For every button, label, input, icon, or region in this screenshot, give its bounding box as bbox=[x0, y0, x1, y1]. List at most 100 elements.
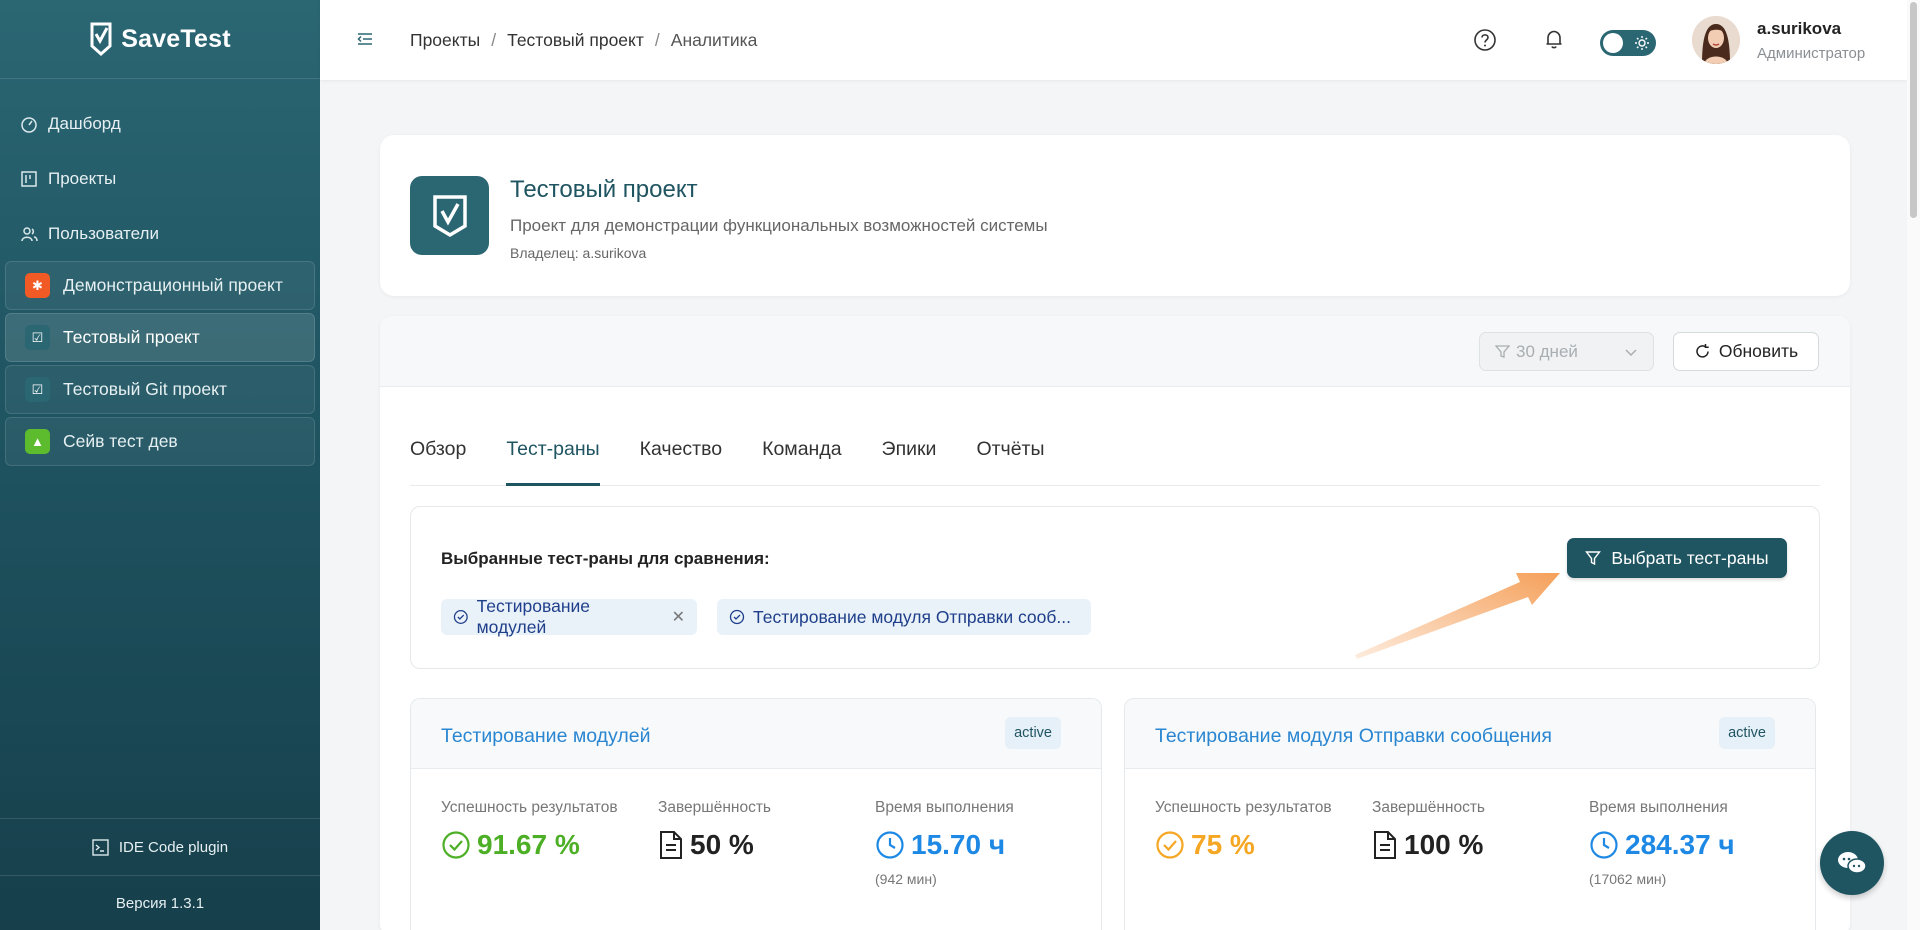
checklist-icon: ☑ bbox=[25, 325, 50, 350]
bug-icon: ✱ bbox=[25, 273, 50, 298]
nav-item-dashboard[interactable]: Дашборд bbox=[0, 96, 320, 151]
breadcrumb-projects[interactable]: Проекты bbox=[410, 30, 480, 51]
user-role: Администратор bbox=[1757, 45, 1866, 62]
testrun-title[interactable]: Тестирование модуля Отправки сообщения bbox=[1155, 725, 1552, 748]
sidebar: SaveTest Дашборд Проекты Пользователи ✱ … bbox=[0, 0, 320, 930]
project-label: Тестовый Git проект bbox=[63, 379, 228, 399]
check-circle-icon bbox=[729, 609, 745, 625]
clock-icon bbox=[876, 831, 904, 859]
project-logo bbox=[410, 176, 489, 255]
selected-testrun-chip[interactable]: Тестирование модулей ✕ bbox=[441, 596, 697, 637]
checklist-icon: ☑ bbox=[25, 377, 50, 402]
metric-label: Успешность результатов bbox=[1155, 799, 1332, 816]
avatar[interactable] bbox=[1692, 16, 1740, 64]
tab-overview[interactable]: Обзор bbox=[410, 436, 466, 486]
metric-label: Завершённость bbox=[658, 799, 772, 816]
avatar-image bbox=[1692, 16, 1740, 64]
project-label: Тестовый проект bbox=[63, 327, 200, 347]
status-badge: active bbox=[1719, 717, 1775, 749]
app-logo[interactable]: SaveTest bbox=[0, 0, 320, 79]
bell-icon[interactable] bbox=[1543, 28, 1565, 50]
period-select[interactable]: 30 дней bbox=[1479, 332, 1654, 371]
status-badge: active bbox=[1005, 717, 1061, 749]
savetest-logo-icon bbox=[90, 22, 112, 56]
app-name: SaveTest bbox=[121, 24, 231, 53]
breadcrumb-project[interactable]: Тестовый проект bbox=[507, 30, 644, 51]
user-name[interactable]: a.surikova bbox=[1757, 19, 1841, 39]
refresh-button[interactable]: Обновить bbox=[1673, 332, 1819, 371]
project-label: Демонстрационный проект bbox=[63, 275, 283, 295]
sidebar-project-git[interactable]: ☑ Тестовый Git проект bbox=[5, 365, 315, 414]
testrun-card-header: Тестирование модуля Отправки сообщения a… bbox=[1125, 699, 1815, 769]
metric-value: 91.67 % bbox=[441, 829, 618, 861]
metric-value: 50 % bbox=[658, 829, 771, 861]
selected-testrun-chip[interactable]: Тестирование модуля Отправки сооб... bbox=[717, 599, 1091, 635]
breadcrumb-current: Аналитика bbox=[670, 30, 758, 50]
chat-button[interactable] bbox=[1820, 831, 1884, 895]
nav-item-projects[interactable]: Проекты bbox=[0, 151, 320, 206]
toggle-knob bbox=[1603, 33, 1623, 53]
metric-success: Успешность результатов 75 % bbox=[1155, 799, 1332, 861]
metric-duration: Время выполнения 284.37 ч (17062 мин) bbox=[1589, 799, 1735, 887]
page-scrollbar[interactable] bbox=[1907, 0, 1920, 930]
tab-team[interactable]: Команда bbox=[762, 436, 841, 486]
testrun-card-header: Тестирование модулей active bbox=[411, 699, 1101, 769]
check-circle-icon bbox=[1156, 831, 1184, 859]
project-description: Проект для демонстрации функциональных в… bbox=[510, 216, 1048, 235]
duration-minutes: (17062 мин) bbox=[1589, 871, 1667, 887]
testrun-card: Тестирование модуля Отправки сообщения a… bbox=[1124, 698, 1816, 930]
chip-label: Тестирование модуля Отправки сооб... bbox=[753, 606, 1071, 627]
breadcrumb-separator: / bbox=[491, 30, 497, 50]
metric-label: Время выполнения bbox=[1589, 799, 1728, 816]
remove-chip-icon[interactable]: ✕ bbox=[672, 607, 685, 627]
scrollbar-thumb[interactable] bbox=[1910, 2, 1917, 218]
dashboard-icon bbox=[21, 116, 37, 133]
completion-value: 50 % bbox=[690, 829, 754, 860]
help-icon[interactable] bbox=[1473, 28, 1497, 52]
breadcrumb-separator: / bbox=[654, 30, 660, 50]
menu-collapse-icon[interactable] bbox=[357, 31, 373, 47]
project-label: Сейв тест дев bbox=[63, 431, 178, 451]
clock-icon bbox=[1590, 831, 1618, 859]
metric-label: Время выполнения bbox=[875, 799, 1014, 816]
period-value: 30 дней bbox=[1516, 341, 1578, 361]
metric-completion: Завершённость 50 % bbox=[658, 799, 771, 861]
metric-value: 100 % bbox=[1372, 829, 1485, 861]
duration-value: 284.37 ч bbox=[1625, 829, 1735, 860]
refresh-icon bbox=[1696, 344, 1709, 358]
metric-duration: Время выполнения 15.70 ч (942 мин) bbox=[875, 799, 1014, 887]
project-list: ✱ Демонстрационный проект ☑ Тестовый про… bbox=[0, 261, 320, 466]
duration-minutes: (942 мин) bbox=[875, 871, 937, 887]
sidebar-footer: IDE Code plugin Версия 1.3.1 bbox=[0, 818, 320, 930]
chip-label: Тестирование модулей bbox=[476, 596, 591, 637]
duration-value: 15.70 ч bbox=[911, 829, 1006, 860]
metric-value: 284.37 ч bbox=[1589, 829, 1735, 861]
breadcrumb: Проекты / Тестовый проект / Аналитика bbox=[410, 30, 757, 51]
check-circle-icon bbox=[442, 831, 470, 859]
topbar: Проекты / Тестовый проект / Аналитика a.… bbox=[320, 0, 1907, 80]
sidebar-project-demo[interactable]: ✱ Демонстрационный проект bbox=[5, 261, 315, 310]
terminal-icon bbox=[92, 838, 109, 856]
tab-quality[interactable]: Качество bbox=[640, 436, 722, 486]
metric-label: Завершённость bbox=[1372, 799, 1486, 816]
filter-icon bbox=[1585, 551, 1602, 566]
ide-plugin-link[interactable]: IDE Code plugin bbox=[0, 818, 320, 875]
completion-value: 100 % bbox=[1404, 829, 1484, 860]
sidebar-project-savetest-dev[interactable]: ▲ Сейв тест дев bbox=[5, 417, 315, 466]
refresh-label: Обновить bbox=[1718, 341, 1799, 361]
theme-toggle[interactable] bbox=[1600, 30, 1656, 56]
chat-icon bbox=[1838, 852, 1867, 874]
tab-testruns[interactable]: Тест-раны bbox=[506, 436, 600, 486]
success-value: 91.67 % bbox=[477, 829, 580, 860]
metric-label: Успешность результатов bbox=[441, 799, 618, 816]
nav-item-label: Дашборд bbox=[48, 113, 121, 133]
tab-reports[interactable]: Отчёты bbox=[976, 436, 1044, 486]
testrun-card: Тестирование модулей active Успешность р… bbox=[410, 698, 1102, 930]
metric-value: 15.70 ч bbox=[875, 829, 1014, 861]
main-nav: Дашборд Проекты Пользователи bbox=[0, 79, 320, 261]
select-testruns-button[interactable]: Выбрать тест-раны bbox=[1567, 538, 1787, 578]
tab-epics[interactable]: Эпики bbox=[882, 436, 937, 486]
nav-item-users[interactable]: Пользователи bbox=[0, 206, 320, 261]
sidebar-project-test[interactable]: ☑ Тестовый проект bbox=[5, 313, 315, 362]
testrun-title[interactable]: Тестирование модулей bbox=[441, 725, 650, 748]
